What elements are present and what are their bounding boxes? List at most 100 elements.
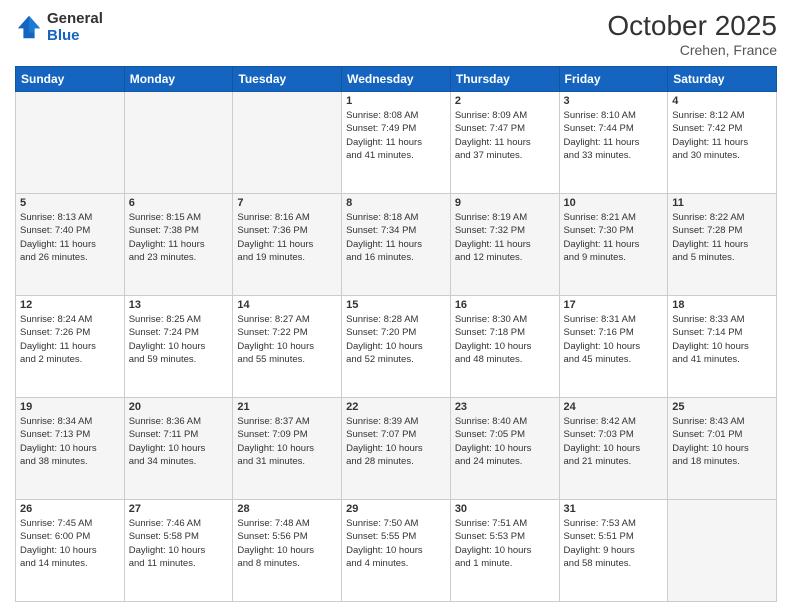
calendar-day-cell: 4 Sunrise: 8:12 AM Sunset: 7:42 PM Daylig… [668,92,777,194]
calendar-day-cell: 2 Sunrise: 8:09 AM Sunset: 7:47 PM Daylig… [450,92,559,194]
day-number: 26 [20,503,120,515]
day-number: 27 [129,503,229,515]
header: General Blue October 2025 Crehen, France [15,10,777,58]
day-info: Sunrise: 8:33 AM Sunset: 7:14 PM Dayligh… [672,313,772,366]
day-number: 20 [129,401,229,413]
calendar-day-cell: 28 Sunrise: 7:48 AM Sunset: 5:56 PM Dayli… [233,500,342,602]
calendar-day-header: Tuesday [233,67,342,92]
title-block: October 2025 Crehen, France [607,10,777,58]
day-number: 21 [237,401,337,413]
calendar-day-cell: 23Sunrise: 8:40 AM Sunset: 7:05 PM Dayli… [450,398,559,500]
calendar-table: SundayMondayTuesdayWednesdayThursdayFrid… [15,66,777,602]
day-info: Sunrise: 8:24 AM Sunset: 7:26 PM Dayligh… [20,313,120,366]
location: Crehen, France [607,42,777,58]
day-info: Sunrise: 8:15 AM Sunset: 7:38 PM Dayligh… [129,211,229,264]
day-info: Sunrise: 8:08 AM Sunset: 7:49 PM Dayligh… [346,109,446,162]
calendar-day-cell [668,500,777,602]
day-number: 7 [237,197,337,209]
calendar-day-cell [124,92,233,194]
day-info: Sunrise: 7:45 AM Sunset: 6:00 PM Dayligh… [20,517,120,570]
day-info: Sunrise: 8:42 AM Sunset: 7:03 PM Dayligh… [564,415,664,468]
day-number: 4 [672,95,772,107]
calendar-day-cell: 20Sunrise: 8:36 AM Sunset: 7:11 PM Dayli… [124,398,233,500]
calendar-day-cell: 6Sunrise: 8:15 AM Sunset: 7:38 PM Daylig… [124,194,233,296]
calendar-day-cell: 10 Sunrise: 8:21 AM Sunset: 7:30 PM Dayli… [559,194,668,296]
day-number: 15 [346,299,446,311]
day-info: Sunrise: 8:40 AM Sunset: 7:05 PM Dayligh… [455,415,555,468]
calendar-week-row: 19 Sunrise: 8:34 AM Sunset: 7:13 PM Dayli… [16,398,777,500]
calendar-day-header: Sunday [16,67,125,92]
day-info: Sunrise: 8:21 AM Sunset: 7:30 PM Dayligh… [564,211,664,264]
calendar-day-cell: 11Sunrise: 8:22 AM Sunset: 7:28 PM Dayli… [668,194,777,296]
calendar-day-cell: 12 Sunrise: 8:24 AM Sunset: 7:26 PM Dayli… [16,296,125,398]
day-info: Sunrise: 8:30 AM Sunset: 7:18 PM Dayligh… [455,313,555,366]
calendar-day-header: Saturday [668,67,777,92]
calendar-week-row: 26 Sunrise: 7:45 AM Sunset: 6:00 PM Dayli… [16,500,777,602]
day-info: Sunrise: 7:50 AM Sunset: 5:55 PM Dayligh… [346,517,446,570]
calendar-day-cell: 25Sunrise: 8:43 AM Sunset: 7:01 PM Dayli… [668,398,777,500]
day-number: 8 [346,197,446,209]
day-number: 19 [20,401,120,413]
day-info: Sunrise: 8:37 AM Sunset: 7:09 PM Dayligh… [237,415,337,468]
calendar-week-row: 5 Sunrise: 8:13 AM Sunset: 7:40 PM Daylig… [16,194,777,296]
day-number: 28 [237,503,337,515]
logo-icon [15,13,43,41]
day-info: Sunrise: 8:19 AM Sunset: 7:32 PM Dayligh… [455,211,555,264]
calendar-day-cell: 7 Sunrise: 8:16 AM Sunset: 7:36 PM Daylig… [233,194,342,296]
calendar-day-cell: 24 Sunrise: 8:42 AM Sunset: 7:03 PM Dayli… [559,398,668,500]
calendar-day-cell: 22 Sunrise: 8:39 AM Sunset: 7:07 PM Dayli… [342,398,451,500]
calendar-day-header: Wednesday [342,67,451,92]
calendar-day-cell: 26 Sunrise: 7:45 AM Sunset: 6:00 PM Dayli… [16,500,125,602]
day-number: 3 [564,95,664,107]
day-info: Sunrise: 8:09 AM Sunset: 7:47 PM Dayligh… [455,109,555,162]
calendar-day-cell: 31Sunrise: 7:53 AM Sunset: 5:51 PM Dayli… [559,500,668,602]
calendar-day-cell: 19 Sunrise: 8:34 AM Sunset: 7:13 PM Dayli… [16,398,125,500]
day-info: Sunrise: 8:31 AM Sunset: 7:16 PM Dayligh… [564,313,664,366]
day-number: 2 [455,95,555,107]
calendar-day-cell: 21 Sunrise: 8:37 AM Sunset: 7:09 PM Dayli… [233,398,342,500]
day-number: 11 [672,197,772,209]
day-info: Sunrise: 8:18 AM Sunset: 7:34 PM Dayligh… [346,211,446,264]
day-number: 22 [346,401,446,413]
day-info: Sunrise: 8:27 AM Sunset: 7:22 PM Dayligh… [237,313,337,366]
day-number: 1 [346,95,446,107]
calendar-week-row: 1 Sunrise: 8:08 AM Sunset: 7:49 PM Daylig… [16,92,777,194]
day-info: Sunrise: 7:51 AM Sunset: 5:53 PM Dayligh… [455,517,555,570]
day-number: 17 [564,299,664,311]
day-number: 31 [564,503,664,515]
calendar-day-cell: 3 Sunrise: 8:10 AM Sunset: 7:44 PM Daylig… [559,92,668,194]
day-info: Sunrise: 8:16 AM Sunset: 7:36 PM Dayligh… [237,211,337,264]
page-container: General Blue October 2025 Crehen, France… [0,0,792,612]
day-info: Sunrise: 8:25 AM Sunset: 7:24 PM Dayligh… [129,313,229,366]
calendar-week-row: 12 Sunrise: 8:24 AM Sunset: 7:26 PM Dayli… [16,296,777,398]
day-number: 24 [564,401,664,413]
calendar-day-header: Friday [559,67,668,92]
day-info: Sunrise: 8:28 AM Sunset: 7:20 PM Dayligh… [346,313,446,366]
day-number: 14 [237,299,337,311]
calendar-day-cell: 15 Sunrise: 8:28 AM Sunset: 7:20 PM Dayli… [342,296,451,398]
day-number: 12 [20,299,120,311]
day-number: 16 [455,299,555,311]
calendar-day-cell: 1 Sunrise: 8:08 AM Sunset: 7:49 PM Daylig… [342,92,451,194]
day-info: Sunrise: 7:46 AM Sunset: 5:58 PM Dayligh… [129,517,229,570]
day-number: 5 [20,197,120,209]
day-info: Sunrise: 8:13 AM Sunset: 7:40 PM Dayligh… [20,211,120,264]
day-number: 29 [346,503,446,515]
logo-text: General Blue [47,10,103,44]
day-number: 18 [672,299,772,311]
calendar-day-cell: 13Sunrise: 8:25 AM Sunset: 7:24 PM Dayli… [124,296,233,398]
day-number: 10 [564,197,664,209]
calendar-day-cell: 8 Sunrise: 8:18 AM Sunset: 7:34 PM Daylig… [342,194,451,296]
calendar-day-cell: 27 Sunrise: 7:46 AM Sunset: 5:58 PM Dayli… [124,500,233,602]
month-year: October 2025 [607,10,777,42]
day-number: 9 [455,197,555,209]
day-info: Sunrise: 8:10 AM Sunset: 7:44 PM Dayligh… [564,109,664,162]
day-info: Sunrise: 7:48 AM Sunset: 5:56 PM Dayligh… [237,517,337,570]
calendar-day-cell: 30Sunrise: 7:51 AM Sunset: 5:53 PM Dayli… [450,500,559,602]
day-info: Sunrise: 8:39 AM Sunset: 7:07 PM Dayligh… [346,415,446,468]
logo: General Blue [15,10,103,44]
calendar-day-cell: 18 Sunrise: 8:33 AM Sunset: 7:14 PM Dayli… [668,296,777,398]
calendar-day-cell: 17 Sunrise: 8:31 AM Sunset: 7:16 PM Dayli… [559,296,668,398]
day-info: Sunrise: 8:34 AM Sunset: 7:13 PM Dayligh… [20,415,120,468]
day-info: Sunrise: 8:12 AM Sunset: 7:42 PM Dayligh… [672,109,772,162]
